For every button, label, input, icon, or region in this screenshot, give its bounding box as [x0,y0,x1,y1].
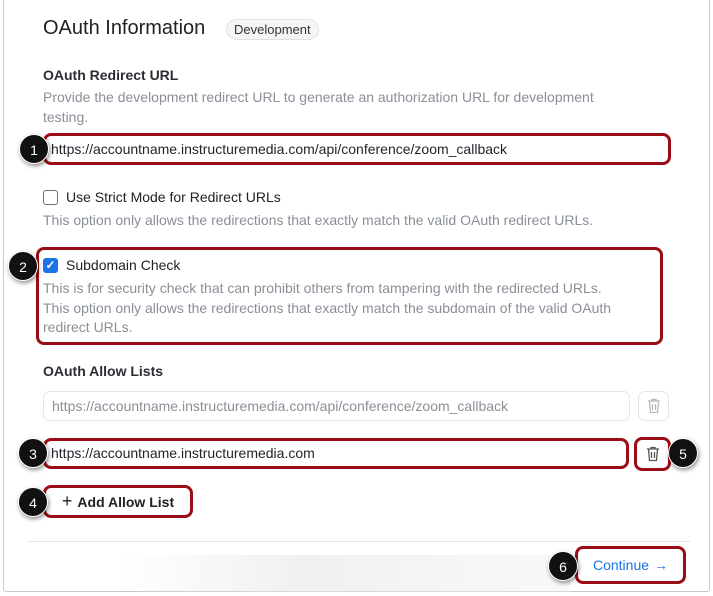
delete-allow-list-2-button[interactable] [634,437,671,471]
description-line: redirect URLs. [43,319,133,335]
description-line: testing. [43,108,89,125]
trash-icon [647,398,660,414]
allow-lists-label: OAuth Allow Lists [43,363,164,379]
add-allow-list-label: Add Allow List [77,493,175,510]
strict-mode-label: Use Strict Mode for Redirect URLs [66,189,281,205]
footer-divider [27,541,690,542]
description-line: This option only allows the redirections… [43,299,612,316]
arrow-right-icon: → [654,557,669,573]
redirect-url-input[interactable]: https://accountname.instructuremedia.com… [43,133,671,165]
page-title: OAuth Information [43,17,206,39]
allow-list-input-1[interactable]: https://accountname.instructuremedia.com… [43,391,630,421]
allow-list-input-2[interactable]: https://accountname.instructuremedia.com [43,438,629,469]
subdomain-description: This is for security check that can proh… [43,279,611,338]
subdomain-checkbox[interactable]: ✓ [43,258,58,273]
subdomain-label: Subdomain Check [66,257,181,273]
continue-button[interactable]: Continue → [575,546,686,584]
environment-badge: Development [226,19,319,40]
strict-mode-checkbox[interactable] [43,190,58,205]
redirect-url-label: OAuth Redirect URL [43,67,179,83]
description-line: This is for security check that can proh… [43,280,602,296]
description-line: Provide the development redirect URL to … [43,89,594,105]
redirect-url-description: Provide the development redirect URL to … [43,88,594,127]
delete-allow-list-1-button[interactable] [638,391,669,421]
callout-1: 1 [19,134,49,164]
checkmark-icon: ✓ [45,258,56,272]
callout-6: 6 [548,551,578,581]
plus-icon: + [61,491,73,511]
trash-icon [646,446,659,462]
strict-mode-description: This option only allows the redirections… [43,212,594,228]
continue-label: Continue [592,557,650,573]
callout-4: 4 [18,487,48,517]
callout-2: 2 [8,251,38,281]
footer-shadow [120,555,570,592]
callout-3: 3 [18,438,48,468]
callout-5: 5 [668,438,698,468]
add-allow-list-button[interactable]: + Add Allow List [43,485,193,518]
